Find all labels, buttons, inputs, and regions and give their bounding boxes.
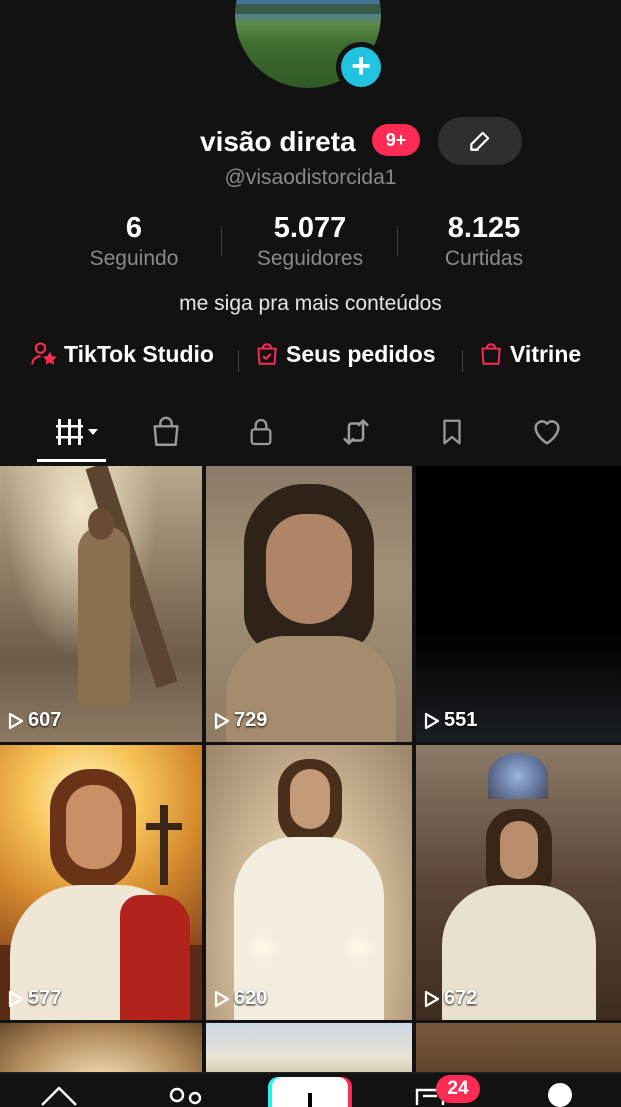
person-star-icon (31, 342, 57, 365)
plus-icon (308, 1093, 312, 1107)
add-story-button[interactable]: + (336, 42, 386, 92)
face-shape (290, 769, 330, 829)
grid-bars-dropdown-icon (56, 419, 98, 445)
tab-shop[interactable] (136, 408, 196, 456)
edit-profile-button[interactable] (438, 117, 522, 165)
notification-badge[interactable]: 9+ (372, 124, 420, 156)
stat-following-value: 6 (125, 212, 143, 244)
view-count: 672 (424, 987, 477, 1010)
face-shape (66, 785, 122, 869)
profile-name: visão direta (200, 126, 356, 157)
play-icon (8, 990, 24, 1007)
view-count: 577 (8, 987, 61, 1010)
play-icon (8, 712, 24, 729)
orders-link[interactable]: Seus pedidos (254, 340, 436, 368)
profile-handle: @visaodistorcida1 (224, 166, 397, 189)
profile-name-row: visão direta (0, 118, 621, 168)
plus-icon: + (341, 47, 381, 87)
shopping-bag-icon (481, 343, 501, 365)
lock-icon (250, 418, 272, 446)
pencil-icon (470, 131, 490, 151)
play-icon (424, 990, 440, 1007)
heart-icon (534, 420, 560, 445)
play-icon (424, 712, 440, 729)
video-thumbnail[interactable]: 607 (0, 466, 202, 742)
link-separator (238, 350, 239, 372)
profile-tabs (0, 408, 621, 464)
profile-links: TikTok Studio Seus pedidos Vitrine (0, 340, 621, 380)
stat-likes-label: Curtidas (444, 247, 524, 270)
figure-head (88, 508, 114, 540)
face-shape (266, 514, 352, 624)
view-count-value: 551 (444, 709, 478, 731)
link-separator (462, 350, 463, 372)
repost-icon (343, 419, 369, 445)
face-shape (500, 821, 538, 879)
video-thumbnail[interactable]: 672 (416, 745, 621, 1020)
sash-shape (120, 895, 190, 1020)
view-count-value: 672 (444, 987, 478, 1009)
tiktok-studio-label: TikTok Studio (64, 340, 214, 367)
showcase-label: Vitrine (510, 340, 582, 367)
video-thumbnail[interactable]: 577 (0, 745, 202, 1020)
cross-shape (160, 805, 168, 885)
active-tab-indicator (37, 459, 106, 462)
video-thumbnail[interactable]: 729 (206, 466, 412, 742)
stat-followers-value: 5.077 (273, 212, 347, 244)
video-thumbnail[interactable]: 551 (416, 466, 621, 742)
view-count-value: 729 (234, 709, 268, 731)
tab-saved[interactable] (422, 408, 482, 456)
view-count-value: 607 (28, 709, 62, 731)
friends-icon[interactable] (165, 1085, 205, 1105)
glow-left (246, 931, 280, 965)
cross-bar (146, 823, 182, 830)
stat-following[interactable]: 6 Seguindo (74, 212, 194, 271)
stat-likes[interactable]: 8.125 Curtidas (424, 212, 544, 271)
shopping-bag-icon (153, 416, 179, 446)
stat-divider (397, 226, 398, 256)
view-count: 551 (424, 709, 477, 732)
bookmark-icon (443, 419, 461, 445)
tab-private[interactable] (231, 408, 291, 456)
view-count: 729 (214, 709, 267, 732)
showcase-link[interactable]: Vitrine (478, 340, 581, 368)
tab-reposts[interactable] (326, 408, 386, 456)
tab-liked[interactable] (517, 408, 577, 456)
view-count: 607 (8, 709, 61, 732)
stat-followers-label: Seguidores (256, 247, 364, 270)
home-icon[interactable] (38, 1083, 80, 1107)
figure-shape (78, 526, 130, 706)
profile-nav-icon[interactable] (548, 1083, 572, 1107)
inbox-badge: 24 (436, 1075, 480, 1103)
play-icon (214, 712, 230, 729)
glow-right (342, 931, 376, 965)
tiktok-studio-link[interactable]: TikTok Studio (30, 340, 214, 368)
play-icon (214, 990, 230, 1007)
tab-videos[interactable] (44, 408, 106, 456)
view-count-value: 620 (234, 987, 268, 1009)
stat-divider (221, 226, 222, 256)
stat-followers[interactable]: 5.077 Seguidores (240, 212, 380, 271)
orders-label: Seus pedidos (286, 340, 436, 367)
avatar-landscape (235, 4, 381, 14)
shopping-bag-check-icon (257, 343, 277, 365)
view-count-value: 577 (28, 987, 62, 1009)
view-count: 620 (214, 987, 267, 1010)
rose-window (488, 753, 548, 799)
stat-likes-value: 8.125 (447, 212, 521, 244)
video-thumbnail[interactable]: 620 (206, 745, 412, 1020)
stat-following-label: Seguindo (89, 247, 179, 270)
profile-bio: me siga pra mais conteúdos (179, 292, 442, 315)
bottom-navigation (0, 1072, 621, 1107)
